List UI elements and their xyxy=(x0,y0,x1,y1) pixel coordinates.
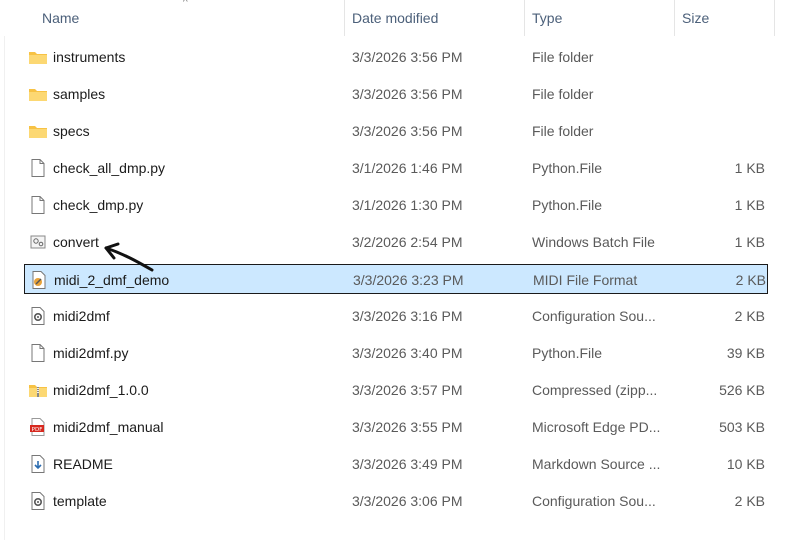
file-type: Python.File xyxy=(532,160,603,176)
file-name: convert xyxy=(53,234,99,250)
midi-file-icon xyxy=(29,270,49,290)
config-file-icon xyxy=(28,306,48,326)
file-type: File folder xyxy=(532,49,594,65)
file-date-modified: 3/3/2026 3:49 PM xyxy=(352,456,463,472)
file-size: 39 KB xyxy=(726,345,765,361)
file-size: 526 KB xyxy=(719,382,765,398)
file-date-modified: 3/3/2026 3:56 PM xyxy=(352,123,463,139)
file-type: Configuration Sou... xyxy=(532,493,656,509)
file-type: MIDI File Format xyxy=(533,272,638,288)
file-row[interactable]: midi2dmf_1.0.0 3/3/2026 3:57 PM Compressed… xyxy=(24,375,768,405)
zip-folder-icon xyxy=(28,380,48,400)
file-date-modified: 3/3/2026 3:57 PM xyxy=(352,382,463,398)
file-name: midi2dmf xyxy=(53,308,110,324)
svg-text:PDF: PDF xyxy=(32,427,43,433)
file-date-modified: 3/3/2026 3:56 PM xyxy=(352,86,463,102)
file-size: 1 KB xyxy=(734,160,765,176)
list-left-edge xyxy=(4,36,5,540)
file-size: 2 KB xyxy=(735,272,766,288)
file-name: midi2dmf_manual xyxy=(53,419,164,435)
file-name: midi_2_dmf_demo xyxy=(54,272,170,288)
file-date-modified: 3/3/2026 3:23 PM xyxy=(353,272,464,288)
file-size: 1 KB xyxy=(734,197,765,213)
file-type: Python.File xyxy=(532,197,603,213)
file-type: Windows Batch File xyxy=(532,234,655,250)
file-size xyxy=(674,116,765,146)
folder-icon xyxy=(28,84,48,104)
file-size: 2 KB xyxy=(734,493,765,509)
column-header-name[interactable]: Name xyxy=(34,0,344,36)
file-name: check_dmp.py xyxy=(53,197,144,213)
column-header-size[interactable]: Size xyxy=(674,0,774,36)
file-size: 503 KB xyxy=(719,419,765,435)
file-size xyxy=(674,79,765,109)
file-name: check_all_dmp.py xyxy=(53,160,166,176)
config-file-icon xyxy=(28,491,48,511)
file-date-modified: 3/1/2026 1:46 PM xyxy=(352,160,463,176)
hand-drawn-arrow-icon xyxy=(104,242,154,272)
file-name: midi2dmf_1.0.0 xyxy=(53,382,149,398)
file-date-modified: 3/3/2026 3:55 PM xyxy=(352,419,463,435)
file-date-modified: 3/3/2026 3:16 PM xyxy=(352,308,463,324)
file-type: Configuration Sou... xyxy=(532,308,656,324)
column-header-type[interactable]: Type xyxy=(524,0,674,36)
folder-icon xyxy=(28,47,48,67)
file-name: samples xyxy=(53,86,106,102)
batch-file-icon xyxy=(28,232,48,252)
file-row[interactable]: midi2dmf 3/3/2026 3:16 PM Configuration So… xyxy=(24,301,768,331)
file-name: specs xyxy=(53,123,90,139)
file-type: File folder xyxy=(532,86,594,102)
markdown-file-icon xyxy=(28,454,48,474)
column-header-date-modified[interactable]: Date modified xyxy=(344,0,524,36)
file-row[interactable]: instruments 3/3/2026 3:56 PM File folder xyxy=(24,42,768,72)
file-type: Compressed (zipp... xyxy=(532,382,658,398)
file-date-modified: 3/3/2026 3:06 PM xyxy=(352,493,463,509)
file-row[interactable]: template 3/3/2026 3:06 PM Configuration So… xyxy=(24,486,768,516)
file-row[interactable]: check_dmp.py 3/1/2026 1:30 PM Python.File 1… xyxy=(24,190,768,220)
file-date-modified: 3/3/2026 3:40 PM xyxy=(352,345,463,361)
file-type: File folder xyxy=(532,123,594,139)
folder-icon xyxy=(28,121,48,141)
file-name: template xyxy=(53,493,107,509)
file-name: midi2dmf.py xyxy=(53,345,129,361)
document-icon xyxy=(28,343,48,363)
file-row[interactable]: specs 3/3/2026 3:56 PM File folder xyxy=(24,116,768,146)
pdf-icon: PDF xyxy=(28,417,48,437)
file-type: Python.File xyxy=(532,345,603,361)
file-date-modified: 3/2/2026 2:54 PM xyxy=(352,234,463,250)
document-icon xyxy=(28,195,48,215)
column-header-bar: Name ^ Date modified Type Size xyxy=(0,0,795,36)
file-row[interactable]: README 3/3/2026 3:49 PM Markdown Source ..… xyxy=(24,449,768,479)
file-size xyxy=(674,42,765,72)
column-divider[interactable] xyxy=(774,0,775,36)
file-size: 10 KB xyxy=(726,456,765,472)
file-row[interactable]: midi2dmf.py 3/3/2026 3:40 PM Python.File 39… xyxy=(24,338,768,368)
file-name: README xyxy=(53,456,113,472)
file-type: Markdown Source ... xyxy=(532,456,661,472)
file-row[interactable]: samples 3/3/2026 3:56 PM File folder xyxy=(24,79,768,109)
sort-ascending-icon: ^ xyxy=(183,0,188,8)
file-size: 2 KB xyxy=(734,308,765,324)
file-row[interactable]: check_all_dmp.py 3/1/2026 1:46 PM Python.F… xyxy=(24,153,768,183)
file-name: instruments xyxy=(53,49,126,65)
file-type: Microsoft Edge PD... xyxy=(532,419,661,435)
file-date-modified: 3/1/2026 1:30 PM xyxy=(352,197,463,213)
document-icon xyxy=(28,158,48,178)
file-size: 1 KB xyxy=(734,234,765,250)
file-date-modified: 3/3/2026 3:56 PM xyxy=(352,49,463,65)
file-row[interactable]: PDF midi2dmf_manual 3/3/2026 3:55 PM Micros… xyxy=(24,412,768,442)
